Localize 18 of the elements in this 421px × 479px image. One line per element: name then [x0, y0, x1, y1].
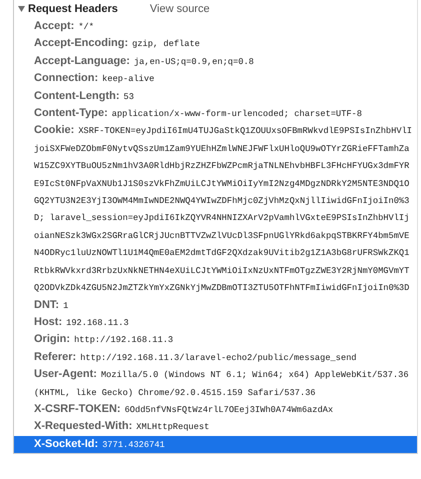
expand-triangle-icon[interactable] — [18, 6, 25, 12]
header-row[interactable]: Cookie: XSRF-TOKEN=eyJpdiI6ImU4TUJGaStkQ1ZOUUxsOFBmRWkvdlE9PSIsInZhbHVlIjoiSXFWeDZObmF0NytvQSszUm1Zam9YUEhHZmlWNEJFWFlxUHloQU9wOTYrZGRieFFTamhZaW15ZC9XYTBuOU5zNm1hV3A0RldHbjRzZHZFbWZPcmRjaTNLNEhvbHBFL3FHcHFYUGx3dmFYRE9IcSt0NFpVaXNUb1J1S0szVkFhZmUiLCJtYWMiOiIyYmI2Nzg4MDgzNDRkY2M5NTE3NDQ1OGQ2YTU3N2E3YjI3OWM4MmIwNDE2NWQ4YWIwZDFhMjc0ZjVhMzQxNjllIiwidGFnIjoiIn0%3D; laravel_session=eyJpdiI6IkZQYVR4NHNIZXArV2pVamhlVGxteE9PSIsInZhbHVlIjoianNESzk3WGx2SGRraGlCRjJUcnBTTVZwZlVUcDl3SFpnUGlYRkd6akpqSTBKRFY4bm5mVEN4ODRyc1luUzNOWTl1U1M4QmE0aEM2dmtTdGF2QXdzak9UVitib2g1Z1A3bG8rUFRSWkZKQ1RtbkRWVkxrd3RrbzUxNkNETHN4eXUiLCJtYWMiOiIxNzUxNTFmOTgzZWE3Y2RjNmY0MGVmYTQ2ODVkZDk4ZGU5N2JmZTZkYmYxZGNkYjMwZDBmOTI3ZTU5OTFhNTFmIiwidGFnIjoiIn0%3D — [14, 122, 417, 296]
header-row[interactable]: Connection: keep-alive — [14, 70, 417, 88]
header-row[interactable]: Accept-Language: ja,en-US;q=0.9,en;q=0.8 — [14, 52, 417, 70]
header-row[interactable]: X-Socket-Id: 3771.4326741 — [14, 436, 417, 454]
header-row[interactable]: Accept-Encoding: gzip, deflate — [14, 35, 417, 53]
header-row[interactable]: Origin: http://192.168.11.3 — [14, 331, 417, 349]
header-row[interactable]: X-CSRF-TOKEN: 6Odd5nfVNsFQtWz4rlL7OEej3IWh0A74Wm6azdAx — [14, 400, 417, 418]
header-row[interactable]: X-Requested-With: XMLHttpRequest — [14, 418, 417, 436]
header-row[interactable]: Accept: */* — [14, 18, 417, 36]
view-source-link[interactable]: View source — [150, 3, 210, 15]
section-title[interactable]: Request Headers — [28, 3, 118, 15]
header-row[interactable]: Host: 192.168.11.3 — [14, 314, 417, 332]
header-row[interactable]: User-Agent: Mozilla/5.0 (Windows NT 6.1; Win64; x64) AppleWebKit/537.36 (KHTML, like Gecko) Chrome/92.0.4515.159 Safari/537.36 — [14, 366, 417, 401]
header-row[interactable]: Content-Type: application/x-www-form-urlencoded; charset=UTF-8 — [14, 105, 417, 122]
header-row[interactable]: DNT: 1 — [14, 296, 417, 314]
header-row[interactable]: Referer: http://192.168.11.3/laravel-echo2/public/message_send — [14, 348, 417, 366]
header-row[interactable]: Content-Length: 53 — [14, 88, 417, 106]
